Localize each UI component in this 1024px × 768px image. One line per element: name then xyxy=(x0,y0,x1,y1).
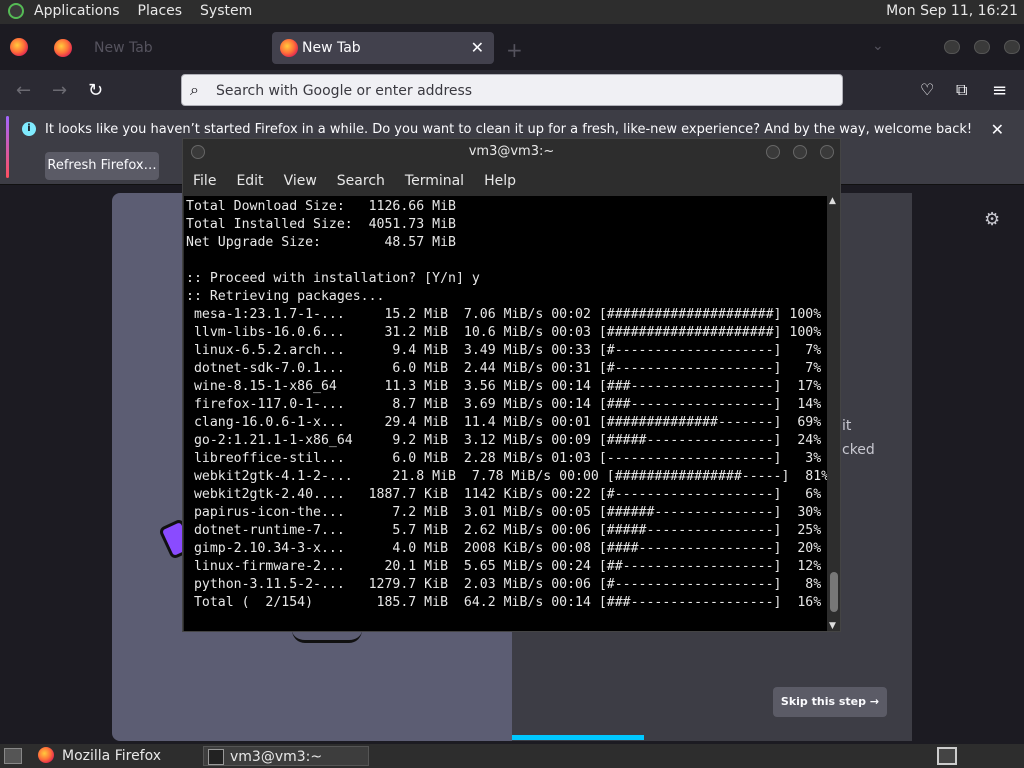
minimize-window-button[interactable] xyxy=(766,145,780,159)
onboarding-progress-bar xyxy=(512,735,912,740)
gnome-logo-icon[interactable] xyxy=(8,3,24,19)
terminal-line: python-3.11.5-2-... 1279.7 KiB 2.03 MiB/… xyxy=(186,577,822,592)
terminal-line: linux-firmware-2... 20.1 MiB 5.65 MiB/s … xyxy=(186,559,822,574)
firefox-icon xyxy=(38,747,54,763)
new-tab-button[interactable]: + xyxy=(506,38,523,62)
reload-icon[interactable]: ↻ xyxy=(88,80,103,101)
terminal-line: :: Proceed with installation? [Y/n] y xyxy=(186,271,480,286)
terminal-line: dotnet-sdk-7.0.1... 6.0 MiB 2.44 MiB/s 0… xyxy=(186,361,822,376)
notification-message: It looks like you haven’t started Firefo… xyxy=(45,122,973,137)
panel-menus: Applications Places System xyxy=(8,3,252,19)
hamburger-menu-icon[interactable]: ≡ xyxy=(992,80,1007,101)
url-input[interactable] xyxy=(214,79,818,103)
gear-icon[interactable]: ⚙ xyxy=(984,209,1000,230)
progress-fill xyxy=(512,735,644,740)
terminal-line: papirus-icon-the... 7.2 MiB 3.01 MiB/s 0… xyxy=(186,505,822,520)
terminal-menubar: File Edit View Search Terminal Help xyxy=(183,169,526,195)
show-desktop-icon[interactable] xyxy=(4,748,22,764)
menu-view[interactable]: View xyxy=(274,169,327,195)
terminal-output: Total Download Size: 1126.66 MiB Total I… xyxy=(186,198,827,612)
extensions-icon[interactable]: ⧉ xyxy=(956,80,967,100)
taskbar-item-terminal[interactable]: vm3@vm3:~ xyxy=(203,746,369,766)
firefox-view-icon[interactable] xyxy=(10,38,28,56)
tab-label: New Tab xyxy=(302,40,361,56)
terminal-line: webkit2gtk-4.1-2-... 21.8 MiB 7.78 MiB/s… xyxy=(186,469,827,484)
panel-clock[interactable]: Mon Sep 11, 16:21 xyxy=(886,3,1018,19)
taskbar-item-firefox[interactable]: Mozilla Firefox xyxy=(34,746,199,766)
top-panel: Applications Places System Mon Sep 11, 1… xyxy=(0,0,1024,24)
terminal-line: wine-8.15-1-x86_64 11.3 MiB 3.56 MiB/s 0… xyxy=(186,379,822,394)
firefox-tab-bar: New Tab New Tab ✕ + ⌄ xyxy=(0,24,1024,70)
terminal-line: :: Retrieving packages... xyxy=(186,289,385,304)
firefox-icon xyxy=(280,39,298,57)
terminal-title: vm3@vm3:~ xyxy=(468,144,555,159)
welcome-partial-text-2: cked xyxy=(842,442,875,458)
maximize-window-button[interactable] xyxy=(793,145,807,159)
terminal-line: go-2:1.21.1-1-x86_64 9.2 MiB 3.12 MiB/s … xyxy=(186,433,822,448)
forward-arrow-icon[interactable]: → xyxy=(52,80,67,101)
chevron-down-icon[interactable]: ⌄ xyxy=(872,38,884,54)
minimize-window-button[interactable] xyxy=(944,40,960,54)
terminal-line: llvm-libs-16.0.6... 31.2 MiB 10.6 MiB/s … xyxy=(186,325,822,340)
terminal-line: Total Installed Size: 4051.73 MiB xyxy=(186,217,456,232)
menu-terminal[interactable]: Terminal xyxy=(395,169,474,195)
scroll-down-icon[interactable]: ▼ xyxy=(829,621,836,631)
welcome-partial-text-1: it xyxy=(842,418,852,434)
tab-label: New Tab xyxy=(94,40,153,56)
taskbar-item-label: Mozilla Firefox xyxy=(62,748,162,764)
workspace-switcher-icon[interactable] xyxy=(937,747,957,765)
skip-step-button[interactable]: Skip this step → xyxy=(773,687,887,717)
close-window-button[interactable] xyxy=(820,145,834,159)
tab-new-tab-2[interactable]: New Tab ✕ xyxy=(272,32,494,64)
maximize-window-button[interactable] xyxy=(974,40,990,54)
terminal-line: Total ( 2/154) 185.7 MiB 64.2 MiB/s 00:1… xyxy=(186,595,822,610)
pocket-icon[interactable]: ♡ xyxy=(920,80,934,99)
terminal-line: clang-16.0.6-1-x... 29.4 MiB 11.4 MiB/s … xyxy=(186,415,822,430)
close-tab-icon[interactable]: ✕ xyxy=(471,38,484,57)
refresh-firefox-button[interactable]: Refresh Firefox… xyxy=(45,152,159,180)
terminal-line: linux-6.5.2.arch... 9.4 MiB 3.49 MiB/s 0… xyxy=(186,343,822,358)
menu-places[interactable]: Places xyxy=(138,3,183,19)
search-icon: ⌕ xyxy=(190,80,199,99)
bottom-panel: Mozilla Firefox vm3@vm3:~ xyxy=(0,744,1024,768)
terminal-icon xyxy=(208,749,224,765)
menu-system[interactable]: System xyxy=(200,3,252,19)
firefox-nav-bar: ← → ↻ ⌕ ♡ ⧉ ≡ xyxy=(0,70,1024,110)
terminal-scrollbar[interactable]: ▲ ▼ xyxy=(828,196,840,631)
close-icon[interactable]: ✕ xyxy=(991,120,1004,139)
scrollbar-thumb[interactable] xyxy=(830,572,838,612)
taskbar-item-label: vm3@vm3:~ xyxy=(230,749,323,765)
terminal-line: Net Upgrade Size: 48.57 MiB xyxy=(186,235,456,250)
menu-file[interactable]: File xyxy=(183,169,226,195)
terminal-line: mesa-1:23.1.7-1-... 15.2 MiB 7.06 MiB/s … xyxy=(186,307,822,322)
firefox-icon xyxy=(54,39,72,57)
terminal-screen[interactable]: Total Download Size: 1126.66 MiB Total I… xyxy=(184,196,827,631)
terminal-line: webkit2gtk-2.40.... 1887.7 KiB 1142 KiB/… xyxy=(186,487,822,502)
close-window-button[interactable] xyxy=(1004,40,1020,54)
url-bar[interactable]: ⌕ xyxy=(181,74,843,106)
terminal-window[interactable]: vm3@vm3:~ File Edit View Search Terminal… xyxy=(182,138,841,632)
notification-accent xyxy=(6,116,9,178)
menu-applications[interactable]: Applications xyxy=(34,3,120,19)
back-arrow-icon[interactable]: ← xyxy=(16,80,31,101)
scroll-up-icon[interactable]: ▲ xyxy=(829,196,836,206)
tab-new-tab-1[interactable]: New Tab xyxy=(46,32,270,64)
menu-edit[interactable]: Edit xyxy=(226,169,273,195)
terminal-line: dotnet-runtime-7... 5.7 MiB 2.62 MiB/s 0… xyxy=(186,523,822,538)
terminal-line: firefox-117.0-1-... 8.7 MiB 3.69 MiB/s 0… xyxy=(186,397,822,412)
terminal-line: libreoffice-stil... 6.0 MiB 2.28 MiB/s 0… xyxy=(186,451,822,466)
menu-search[interactable]: Search xyxy=(327,169,395,195)
info-icon: i xyxy=(22,122,36,136)
terminal-line: Total Download Size: 1126.66 MiB xyxy=(186,199,456,214)
menu-help[interactable]: Help xyxy=(474,169,526,195)
terminal-line: gimp-2.10.34-3-x... 4.0 MiB 2008 KiB/s 0… xyxy=(186,541,822,556)
